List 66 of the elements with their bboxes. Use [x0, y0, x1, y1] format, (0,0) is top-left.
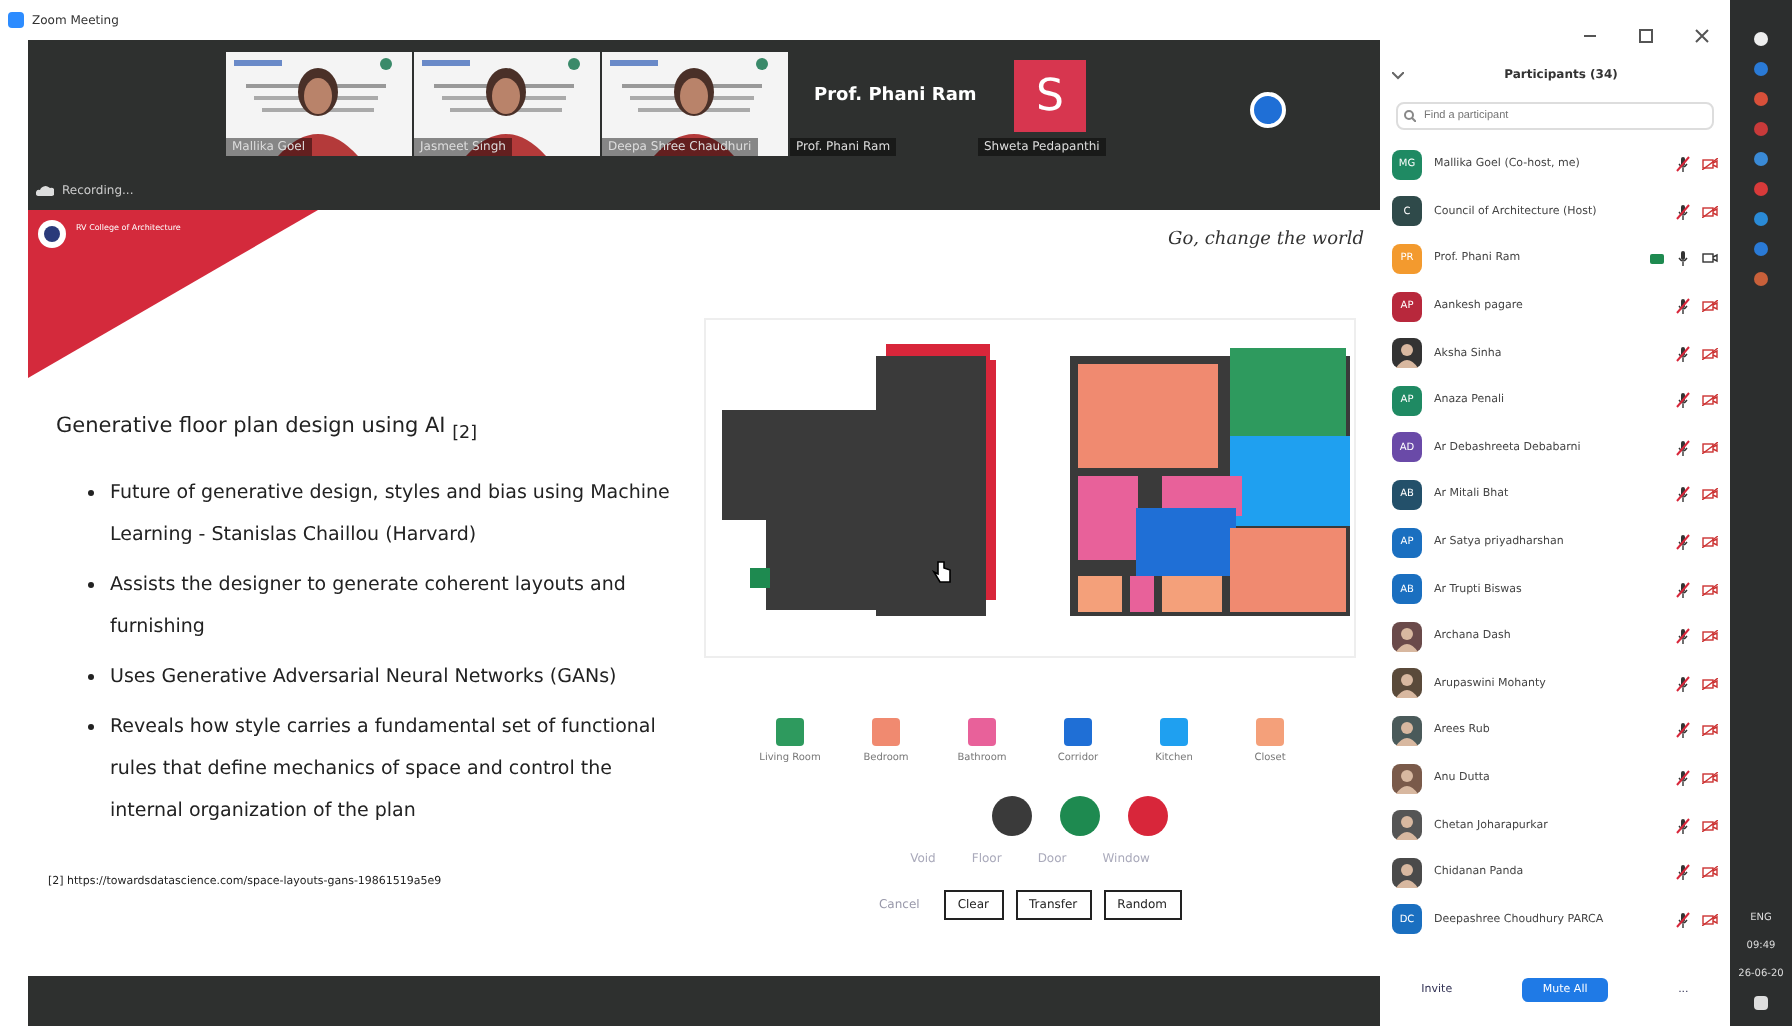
camera-off-icon[interactable]: [1702, 866, 1718, 879]
camera-off-icon[interactable]: [1702, 300, 1718, 313]
muted-mic-icon[interactable]: [1676, 392, 1690, 409]
camera-off-icon[interactable]: [1702, 583, 1718, 596]
muted-mic-icon[interactable]: [1676, 675, 1690, 692]
muted-mic-icon[interactable]: [1676, 722, 1690, 739]
muted-mic-icon[interactable]: [1676, 345, 1690, 362]
brush-swatch[interactable]: [992, 796, 1032, 836]
camera-off-icon[interactable]: [1702, 677, 1718, 690]
muted-mic-icon[interactable]: [1676, 298, 1690, 315]
muted-mic-icon[interactable]: [1676, 911, 1690, 928]
muted-mic-icon[interactable]: [1676, 581, 1690, 598]
app-icon: [8, 12, 24, 28]
camera-off-icon[interactable]: [1702, 913, 1718, 926]
avatar-letter: S: [1014, 60, 1086, 132]
muted-mic-icon[interactable]: [1676, 817, 1690, 834]
notification-icon[interactable]: [1754, 996, 1768, 1010]
bullet-icon: [88, 674, 94, 681]
color-swatch[interactable]: [1160, 718, 1188, 746]
camera-icon[interactable]: [1702, 252, 1718, 265]
color-swatch[interactable]: [1256, 718, 1284, 746]
camera-off-icon[interactable]: [1702, 819, 1718, 832]
camera-off-icon[interactable]: [1702, 724, 1718, 737]
search-icon: [1404, 110, 1416, 122]
hand-cursor-icon: [932, 560, 952, 584]
color-swatch[interactable]: [776, 718, 804, 746]
muted-mic-icon[interactable]: [1676, 203, 1690, 220]
brush-swatch[interactable]: [1128, 796, 1168, 836]
color-swatch[interactable]: [968, 718, 996, 746]
app-icon[interactable]: [1754, 32, 1768, 46]
bullet-icon: [88, 582, 94, 589]
bullet-text: Uses Generative Adversarial Neural Networks (GANs): [110, 664, 617, 693]
brush-swatch[interactable]: [1060, 796, 1100, 836]
muted-mic-icon[interactable]: [1676, 439, 1690, 456]
bullet-text: Assists the designer to generate coherent layouts and furnishing: [110, 572, 628, 643]
video-on-icon[interactable]: [1650, 253, 1664, 264]
bullet-icon: [88, 724, 94, 731]
camera-off-icon[interactable]: [1702, 347, 1718, 360]
chevron-down-icon[interactable]: [1392, 71, 1404, 79]
camera-off-icon[interactable]: [1702, 158, 1718, 171]
color-swatch[interactable]: [872, 718, 900, 746]
muted-mic-icon[interactable]: [1676, 770, 1690, 787]
close-icon[interactable]: [1694, 28, 1710, 44]
camera-off-icon[interactable]: [1702, 205, 1718, 218]
cloud-icon: [36, 184, 54, 198]
muted-mic-icon[interactable]: [1676, 486, 1690, 503]
camera-off-icon[interactable]: [1702, 536, 1718, 549]
restore-icon[interactable]: [1638, 28, 1654, 44]
bullet-text: Reveals how style carries a fundamental set of functional rules that define mechanics of space and control the internal organization of the plan: [110, 714, 658, 827]
participant-name: Prof. Phani Ram: [814, 86, 976, 106]
camera-off-icon[interactable]: [1702, 772, 1718, 785]
muted-mic-icon[interactable]: [1676, 534, 1690, 551]
bullet-text: Future of generative design, styles and bias using Machine Learning - Stanislas Chaillou (Harvard): [110, 480, 672, 551]
camera-off-icon[interactable]: [1702, 394, 1718, 407]
next-page-button[interactable]: [1250, 92, 1286, 128]
tagline: Go, change the world: [1168, 230, 1364, 250]
bullet-icon: [88, 490, 94, 497]
color-swatch[interactable]: [1064, 718, 1092, 746]
muted-mic-icon[interactable]: [1676, 156, 1690, 173]
camera-off-icon[interactable]: [1702, 488, 1718, 501]
mic-icon[interactable]: [1676, 250, 1690, 267]
muted-mic-icon[interactable]: [1676, 864, 1690, 881]
muted-mic-icon[interactable]: [1676, 628, 1690, 645]
slide-title: Generative floor plan design using AI $_{[2]}$: [56, 414, 480, 445]
camera-off-icon[interactable]: [1702, 441, 1718, 454]
camera-off-icon[interactable]: [1702, 630, 1718, 643]
